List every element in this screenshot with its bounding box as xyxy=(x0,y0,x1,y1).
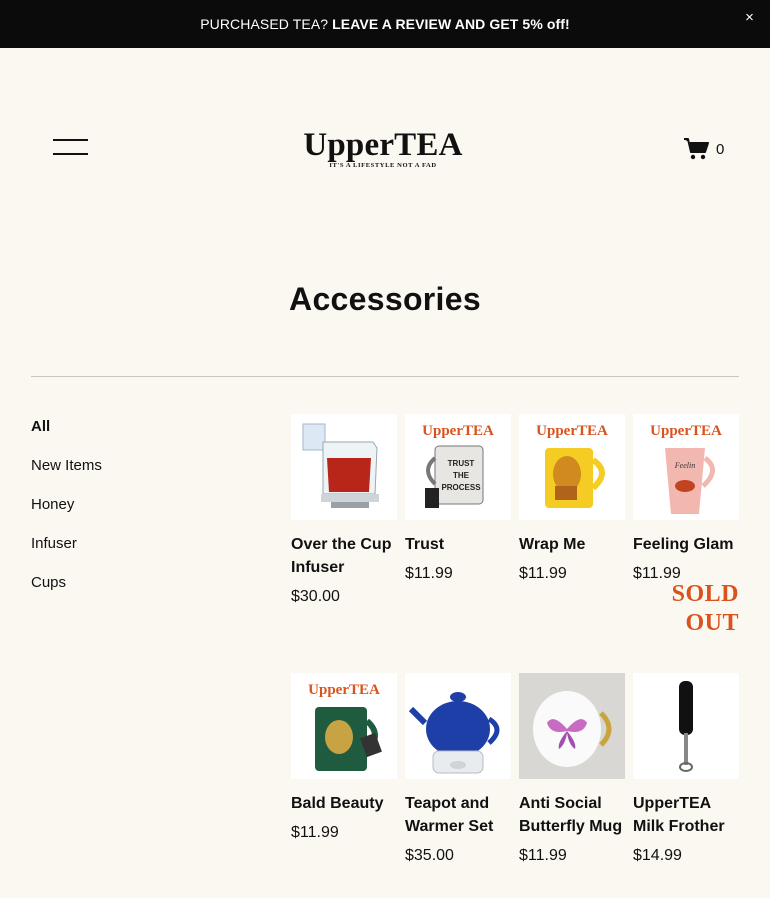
site-logo[interactable]: UpperTEA IT'S A LIFESTYLE NOT A FAD xyxy=(296,127,470,170)
infuser-image xyxy=(291,414,397,520)
product-title[interactable]: Over the Cup Infuser xyxy=(291,533,397,579)
category-new-items[interactable]: New Items xyxy=(31,457,102,496)
product-title[interactable]: UpperTEA Milk Frother xyxy=(633,792,739,838)
mug-image: UpperTEA xyxy=(519,414,625,520)
menu-line xyxy=(53,153,88,155)
product-price: $11.99 xyxy=(405,565,453,582)
category-honey[interactable]: Honey xyxy=(31,496,102,535)
divider xyxy=(31,376,739,377)
product-price: $30.00 xyxy=(291,588,340,605)
page-title: Accessories xyxy=(289,281,481,317)
product-card[interactable]: UpperTEA Milk Frother $14.99 xyxy=(633,673,739,867)
svg-text:Feelin: Feelin xyxy=(674,461,695,470)
product-price: $11.99 xyxy=(519,847,567,864)
cart-count: 0 xyxy=(716,140,725,158)
sold-out-badge: SOLD OUT xyxy=(672,580,739,638)
svg-text:UpperTEA: UpperTEA xyxy=(536,423,608,439)
mug-image: UpperTEA xyxy=(291,673,397,779)
logo-tagline: IT'S A LIFESTYLE NOT A FAD xyxy=(329,162,437,169)
product-card[interactable]: Teapot and Warmer Set $35.00 xyxy=(405,673,511,867)
announcement-link[interactable]: LEAVE A REVIEW AND GET 5% off! xyxy=(332,16,570,32)
product-price: $14.99 xyxy=(633,847,682,864)
teapot-image xyxy=(405,673,511,779)
sold-out-line: SOLD xyxy=(671,581,739,607)
product-title[interactable]: Feeling Glam xyxy=(633,533,739,556)
product-title[interactable]: Teapot and Warmer Set xyxy=(405,792,511,838)
category-nav: All New Items Honey Infuser Cups xyxy=(31,418,102,613)
product-price: $11.99 xyxy=(291,824,339,841)
close-icon[interactable]: × xyxy=(745,10,754,25)
svg-text:THE: THE xyxy=(453,471,470,480)
product-card[interactable]: UpperTEA Bald Beauty $11.99 xyxy=(291,673,397,844)
svg-text:TRUST: TRUST xyxy=(448,459,475,468)
frother-image xyxy=(633,673,739,779)
mug-image xyxy=(519,673,625,779)
svg-text:UpperTEA: UpperTEA xyxy=(422,423,494,439)
mug-image: UpperTEA Feelin xyxy=(633,414,739,520)
category-cups[interactable]: Cups xyxy=(31,574,102,613)
category-all[interactable]: All xyxy=(31,418,102,457)
product-card[interactable]: UpperTEA Wrap Me $11.99 xyxy=(519,414,625,585)
svg-text:PROCESS: PROCESS xyxy=(441,483,481,492)
cart-button[interactable]: 0 xyxy=(683,136,724,162)
product-card[interactable]: UpperTEA Feelin Feeling Glam $11.99 SOLD… xyxy=(633,414,739,636)
menu-line xyxy=(53,139,88,141)
product-price: $35.00 xyxy=(405,847,454,864)
product-price: $11.99 xyxy=(519,565,567,582)
product-title[interactable]: Anti Social Butterfly Mug xyxy=(519,792,625,838)
menu-icon[interactable] xyxy=(53,139,88,157)
product-card[interactable]: Anti Social Butterfly Mug $11.99 xyxy=(519,673,625,867)
category-infuser[interactable]: Infuser xyxy=(31,535,102,574)
svg-text:UpperTEA: UpperTEA xyxy=(308,682,380,698)
mug-image: UpperTEA TRUST THE PROCESS xyxy=(405,414,511,520)
product-title[interactable]: Bald Beauty xyxy=(291,792,397,815)
cart-icon xyxy=(684,138,709,160)
svg-text:UpperTEA: UpperTEA xyxy=(650,423,722,439)
logo-name: UpperTEA xyxy=(303,127,463,163)
product-card[interactable]: UpperTEA TRUST THE PROCESS Trust $11.99 xyxy=(405,414,511,585)
product-title[interactable]: Wrap Me xyxy=(519,533,625,556)
product-title[interactable]: Trust xyxy=(405,533,511,556)
announcement-text: PURCHASED TEA? xyxy=(200,16,329,32)
sold-out-line: OUT xyxy=(685,610,739,636)
product-card[interactable]: Over the Cup Infuser $30.00 xyxy=(291,414,397,608)
announcement-bar: PURCHASED TEA? LEAVE A REVIEW AND GET 5%… xyxy=(0,0,770,48)
